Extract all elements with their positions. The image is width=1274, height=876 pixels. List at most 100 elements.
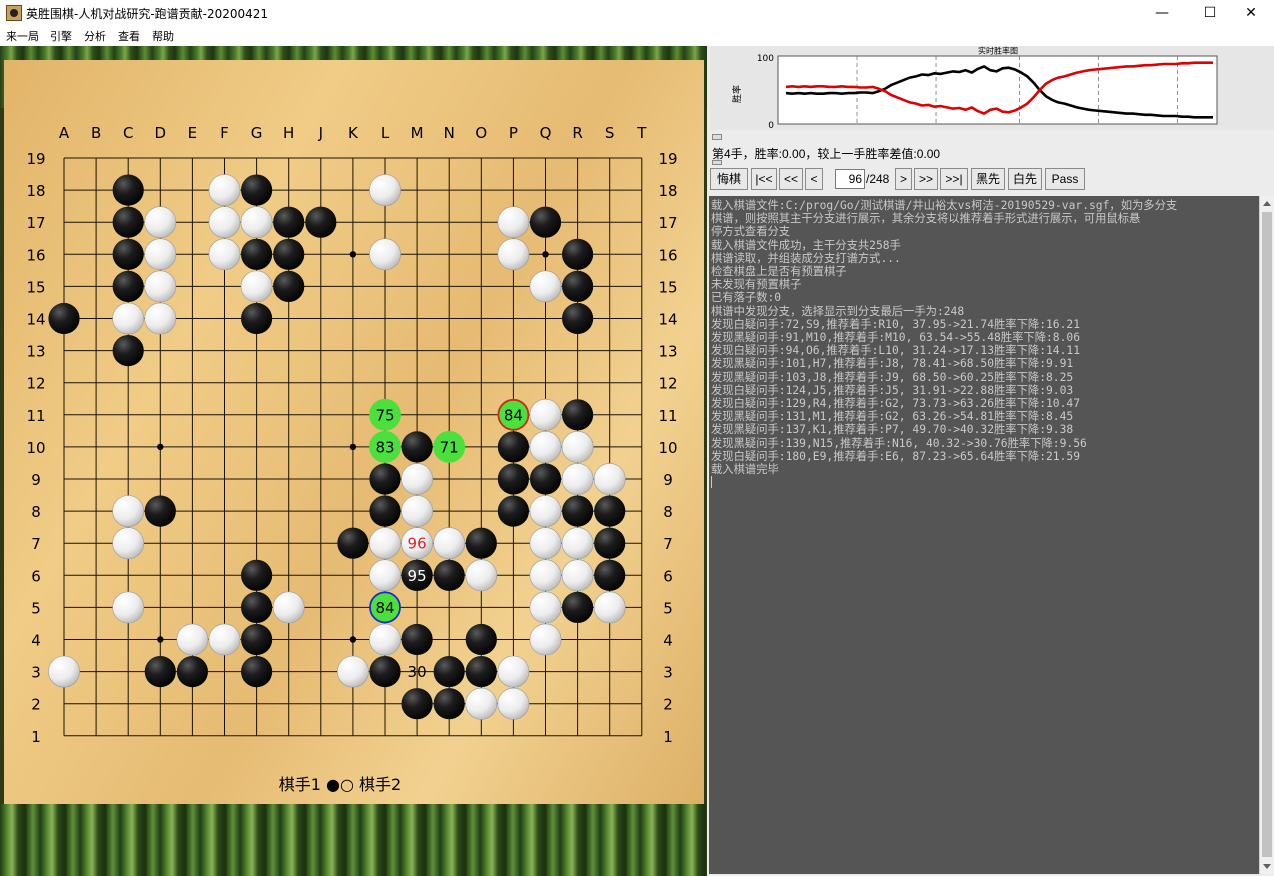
- white-stone: [465, 559, 498, 592]
- log-scrollbar[interactable]: [1259, 196, 1274, 874]
- white-stone: [48, 655, 80, 688]
- chart-splitter-handle[interactable]: [712, 134, 722, 140]
- log-line: 发现黑疑问手:103,J8,推荐着手:J9, 68.50->60.25胜率下降:…: [711, 370, 1074, 384]
- black-stone: [176, 656, 208, 688]
- log-line: 发现白疑问手:180,E9,推荐着手:E6, 87.23->65.64胜率下降:…: [711, 449, 1080, 463]
- column-label: H: [283, 124, 294, 142]
- row-label-right: 6: [663, 567, 673, 585]
- black-stone: [241, 174, 273, 206]
- chart-y-tick-100: 100: [757, 54, 774, 64]
- white-stone: [369, 559, 401, 592]
- row-label-right: 10: [658, 439, 677, 457]
- white-stone: [561, 463, 594, 495]
- menu-help[interactable]: 帮助: [152, 28, 174, 44]
- analysis-log[interactable]: 载入棋谱文件:C:/prog/Go/测试棋谱/井山裕太vs柯洁-20190529…: [709, 196, 1259, 874]
- star-point: [349, 251, 357, 258]
- log-line: 发现白疑问手:94,O6,推荐着手:L10, 31.24->17.13胜率下降:…: [711, 344, 1080, 358]
- row-label-right: 16: [658, 246, 677, 264]
- white-stone: [208, 174, 241, 207]
- row-label-left: 3: [31, 664, 41, 682]
- white-stone: [529, 495, 562, 528]
- column-label: N: [444, 124, 455, 142]
- black-stone: [369, 495, 401, 527]
- black-stone: [497, 495, 529, 527]
- black-stone: [241, 591, 273, 624]
- log-line: 发现黑疑问手:131,M1,推荐着手:G2, 63.26->54.81胜率下降:…: [711, 410, 1074, 424]
- menu-engine[interactable]: 引擎: [50, 28, 72, 44]
- white-stone: [369, 623, 401, 656]
- black-stone: [241, 656, 273, 688]
- log-line: 发现白疑问手:72,S9,推荐着手:R10, 37.95->21.74胜率下降:…: [711, 317, 1080, 331]
- white-stone: [208, 238, 241, 271]
- suggestion-label: 71: [440, 438, 459, 456]
- back-one-button[interactable]: <: [805, 168, 823, 190]
- menu-new-game[interactable]: 来一局: [6, 28, 39, 44]
- column-label: F: [220, 124, 229, 142]
- forward-ten-button[interactable]: >>: [914, 168, 938, 190]
- black-stone: [144, 656, 176, 688]
- menu-view[interactable]: 查看: [118, 28, 140, 44]
- black-stone: [273, 238, 305, 270]
- white-stone: [144, 302, 177, 335]
- window-title: 英胜围棋-人机对战研究-跑谱贡献-20200421: [26, 7, 269, 21]
- navigation-toolbar: 悔棋 |<< << < > >> >>| 黑先 白先 Pass: [710, 168, 1274, 192]
- white-stone: [497, 238, 530, 271]
- log-line: 发现黑疑问手:139,N15,推荐着手:N16, 40.32->30.76胜率下…: [711, 436, 1087, 450]
- close-button[interactable]: ✕: [1228, 0, 1274, 26]
- log-line: 发现白疑问手:124,J5,推荐着手:J5, 31.91->22.88胜率下降:…: [711, 383, 1074, 397]
- chart-y-tick-0: 0: [768, 121, 774, 130]
- row-label-right: 8: [663, 503, 673, 521]
- move-total-label: /248: [866, 172, 890, 186]
- column-label: K: [348, 124, 359, 142]
- black-stone: [401, 688, 433, 720]
- white-stone: [561, 559, 594, 592]
- scroll-thumb[interactable]: [1262, 212, 1272, 857]
- last-move-button[interactable]: >>|: [940, 168, 968, 190]
- black-stone: [112, 270, 144, 302]
- white-stone: [112, 591, 145, 624]
- maximize-button[interactable]: ☐: [1187, 0, 1233, 26]
- black-stone: [401, 623, 433, 656]
- undo-button[interactable]: 悔棋: [710, 168, 748, 190]
- black-stone: [562, 495, 594, 527]
- column-label: M: [411, 124, 424, 142]
- white-first-button[interactable]: 白先: [1008, 168, 1042, 190]
- row-label-right: 13: [658, 343, 677, 361]
- log-line: 棋谱，则按照其主干分支进行展示，其余分支将以推荐着手形式进行展示，可用鼠标悬: [711, 212, 1141, 226]
- row-label-right: 7: [663, 535, 673, 553]
- minimize-button[interactable]: —: [1139, 0, 1185, 26]
- row-label-left: 7: [31, 535, 41, 553]
- white-stone: [433, 527, 466, 560]
- move-status: 第4手，胜率:0.00，较上一手胜率差值:0.00: [712, 147, 941, 161]
- white-stone: [529, 270, 562, 303]
- pass-button[interactable]: Pass: [1045, 168, 1085, 190]
- first-move-button[interactable]: |<<: [751, 168, 777, 190]
- forward-one-button[interactable]: >: [895, 168, 912, 190]
- star-point: [157, 636, 164, 643]
- scroll-up-icon[interactable]: [1263, 201, 1271, 206]
- row-label-left: 6: [31, 567, 41, 585]
- star-point: [157, 443, 164, 451]
- column-label: L: [381, 124, 390, 142]
- black-stone: [273, 270, 305, 302]
- point-label: 30: [408, 663, 427, 681]
- move-number-input[interactable]: 96: [835, 169, 865, 189]
- white-stone: [336, 655, 369, 688]
- column-label: B: [91, 124, 101, 142]
- row-label-left: 8: [31, 503, 41, 521]
- back-ten-button[interactable]: <<: [779, 168, 803, 190]
- menu-analysis[interactable]: 分析: [84, 28, 106, 44]
- black-stone: [112, 335, 144, 367]
- go-board[interactable]: A B C D E F G H J K L M N O P Q R S T 19 19 18 18 17 17 16 16 15 15 1…: [4, 60, 704, 804]
- scroll-down-icon[interactable]: [1263, 864, 1271, 869]
- black-first-button[interactable]: 黑先: [971, 168, 1005, 190]
- white-stone: [112, 302, 145, 335]
- status-splitter-handle[interactable]: [712, 160, 722, 165]
- black-stone: [562, 399, 594, 431]
- black-stone: [594, 559, 626, 591]
- black-stone: [241, 623, 273, 656]
- black-stone: [305, 206, 337, 238]
- log-line: 未发现有预置棋子: [711, 278, 802, 292]
- white-stone: [208, 623, 241, 656]
- board-canvas[interactable]: A B C D E F G H J K L M N O P Q R S T19 1918 1817 1716 1615 151…: [4, 60, 704, 804]
